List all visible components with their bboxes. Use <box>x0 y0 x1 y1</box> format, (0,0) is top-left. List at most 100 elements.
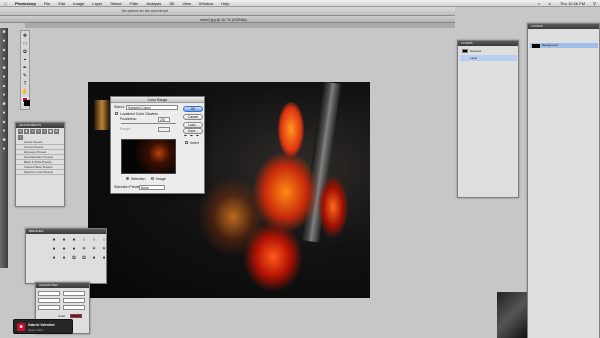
tracking-field[interactable] <box>38 305 60 310</box>
selection-preview-dropdown[interactable]: None <box>139 184 165 190</box>
brush-tip-icon[interactable]: ● <box>90 254 98 261</box>
eyedropper-minus-icon[interactable]: ✒ <box>196 133 199 138</box>
brush-tip-icon[interactable]: ● <box>70 245 78 252</box>
brush-tip-icon[interactable]: ● <box>100 254 108 261</box>
dock-icon-8[interactable]: ♦ <box>0 91 8 99</box>
brush-tip-icon[interactable]: ✶ <box>90 245 98 252</box>
menu-analysis[interactable]: Analysis <box>142 1 165 6</box>
color-balance-icon[interactable]: ⚖ <box>54 129 59 134</box>
range-input[interactable] <box>158 126 170 132</box>
dock-icon-7[interactable]: ▲ <box>0 82 8 90</box>
background-color-swatch[interactable] <box>24 100 30 106</box>
brush-tip-icon[interactable]: ● <box>60 245 68 252</box>
adjustments-panel: ADJUSTMENTS ☀ ▮ ∿ ± ▽ ▩ ⚖ ◐ Levels Prese… <box>15 122 65 207</box>
exposure-icon[interactable]: ± <box>36 129 41 134</box>
menu-image[interactable]: Image <box>69 1 88 6</box>
invert-checkbox[interactable] <box>185 141 188 144</box>
brush-tip-icon[interactable]: ● <box>50 254 58 261</box>
eyedropper-plus-icon[interactable]: ✒ <box>190 133 193 138</box>
cancel-button[interactable]: Cancel <box>183 114 203 120</box>
notification[interactable]: ■ Gabriel Valentine Open client <box>13 319 73 334</box>
menu-edit[interactable]: Edit <box>54 1 69 6</box>
brush-tip-icon[interactable]: ✶ <box>80 245 88 252</box>
fuzziness-input[interactable]: 200 <box>158 116 170 122</box>
localized-color-clusters-checkbox[interactable] <box>115 112 118 115</box>
wifi-icon[interactable]: ≈ <box>534 1 544 6</box>
menu-layer[interactable]: Layer <box>88 1 106 6</box>
menu-window[interactable]: Window <box>195 1 217 6</box>
vibrance-icon[interactable]: ▽ <box>42 129 47 134</box>
selection-radio[interactable] <box>126 177 129 180</box>
menu-filter[interactable]: Filter <box>126 1 143 6</box>
menu-3d[interactable]: 3D <box>165 1 178 6</box>
apple-icon[interactable]:  <box>0 1 11 6</box>
dock-icon-5[interactable]: ■ <box>0 64 8 72</box>
dock-icon-3[interactable]: ▲ <box>0 46 8 54</box>
dock-icon-6[interactable]: ● <box>0 73 8 81</box>
lasso-tool-icon[interactable]: ✿ <box>21 48 29 55</box>
image-radio[interactable] <box>151 177 154 180</box>
ok-button[interactable]: OK <box>183 106 203 112</box>
dock-icon-9[interactable]: ■ <box>0 100 8 108</box>
dock-icon-2[interactable]: ● <box>0 37 8 45</box>
document-frame <box>25 23 455 28</box>
brush-tip-icon[interactable]: ○ <box>90 236 98 243</box>
layers-title[interactable]: LAYERS <box>458 41 518 46</box>
brush-tip-icon[interactable]: ✿ <box>80 254 88 261</box>
menu-help[interactable]: Help <box>217 1 233 6</box>
eyedropper-icon[interactable]: ✒ <box>184 133 187 138</box>
character-title[interactable]: CHARACTER <box>36 283 89 288</box>
dock-icon-12[interactable]: ♦ <box>0 127 8 135</box>
levels-icon[interactable]: ▮ <box>24 129 29 134</box>
brightness-icon[interactable]: ☀ <box>18 129 23 134</box>
layer-row[interactable]: Hammer <box>460 48 517 54</box>
hand-tool-icon[interactable]: ✋ <box>21 88 29 95</box>
brush-tip-icon[interactable]: ○ <box>100 236 108 243</box>
dock-icon-1[interactable]: ■ <box>0 28 8 36</box>
brush-tool-icon[interactable]: ✎ <box>21 72 29 79</box>
brush-tip-icon[interactable]: ● <box>60 254 68 261</box>
fuzziness-slider[interactable] <box>121 123 176 124</box>
background-layer-row[interactable]: Background <box>530 43 598 48</box>
text-color-swatch[interactable] <box>70 314 82 318</box>
layer-name: Hammer <box>470 49 482 53</box>
brush-tip-icon[interactable]: ✶ <box>100 245 108 252</box>
brush-tip-icon[interactable]: ✿ <box>70 254 78 261</box>
volume-icon[interactable]: ♬ <box>544 1 556 6</box>
marquee-tool-icon[interactable]: □ <box>21 40 29 47</box>
brush-tip-icon[interactable]: ● <box>50 236 58 243</box>
crop-tool-icon[interactable]: ⌖ <box>21 56 29 63</box>
brushes-title[interactable]: BRUSHES <box>26 229 106 234</box>
brush-tip-icon[interactable]: ● <box>50 245 58 252</box>
menu-view[interactable]: View <box>178 1 195 6</box>
preset-row[interactable]: Selective Color Presets <box>16 170 64 175</box>
layer-row[interactable]: Layer <box>460 55 517 61</box>
dock-icon-14[interactable]: ● <box>0 145 8 153</box>
curves-icon[interactable]: ∿ <box>30 129 35 134</box>
clock[interactable]: Thu 12:56 PM <box>556 1 589 6</box>
dock-icon-11[interactable]: ▲ <box>0 118 8 126</box>
dock-icon-13[interactable]: ■ <box>0 136 8 144</box>
document-title[interactable]: sixes2.jpg @ 16.7% (RGB/8#) <box>200 18 247 22</box>
font-size-field[interactable] <box>38 298 60 303</box>
brush-tip-icon[interactable]: ● <box>60 236 68 243</box>
move-tool-icon[interactable]: ✥ <box>21 32 29 39</box>
spotlight-icon[interactable]: ⚲ <box>589 1 600 6</box>
font-style-field[interactable] <box>63 291 85 296</box>
dock-icon-4[interactable]: ♦ <box>0 55 8 63</box>
dock-icon-10[interactable]: ● <box>0 109 8 117</box>
menu-select[interactable]: Select <box>106 1 125 6</box>
hue-sat-icon[interactable]: ▩ <box>48 129 53 134</box>
kerning-field[interactable] <box>63 305 85 310</box>
brush-tip-icon[interactable]: ● <box>70 236 78 243</box>
brush-tip-icon[interactable]: ○ <box>80 236 88 243</box>
right-panel-title[interactable]: LAYERS <box>528 24 599 29</box>
font-family-field[interactable] <box>38 291 60 296</box>
text-tool-icon[interactable]: T <box>21 80 29 87</box>
menu-file[interactable]: File <box>40 1 54 6</box>
bw-icon[interactable]: ◐ <box>18 135 23 140</box>
leading-field[interactable] <box>63 298 85 303</box>
menu-app[interactable]: Photoshop <box>11 1 40 6</box>
eyedropper-tool-icon[interactable]: ✒ <box>21 64 29 71</box>
select-dropdown[interactable]: Sampled Colors <box>126 104 178 110</box>
